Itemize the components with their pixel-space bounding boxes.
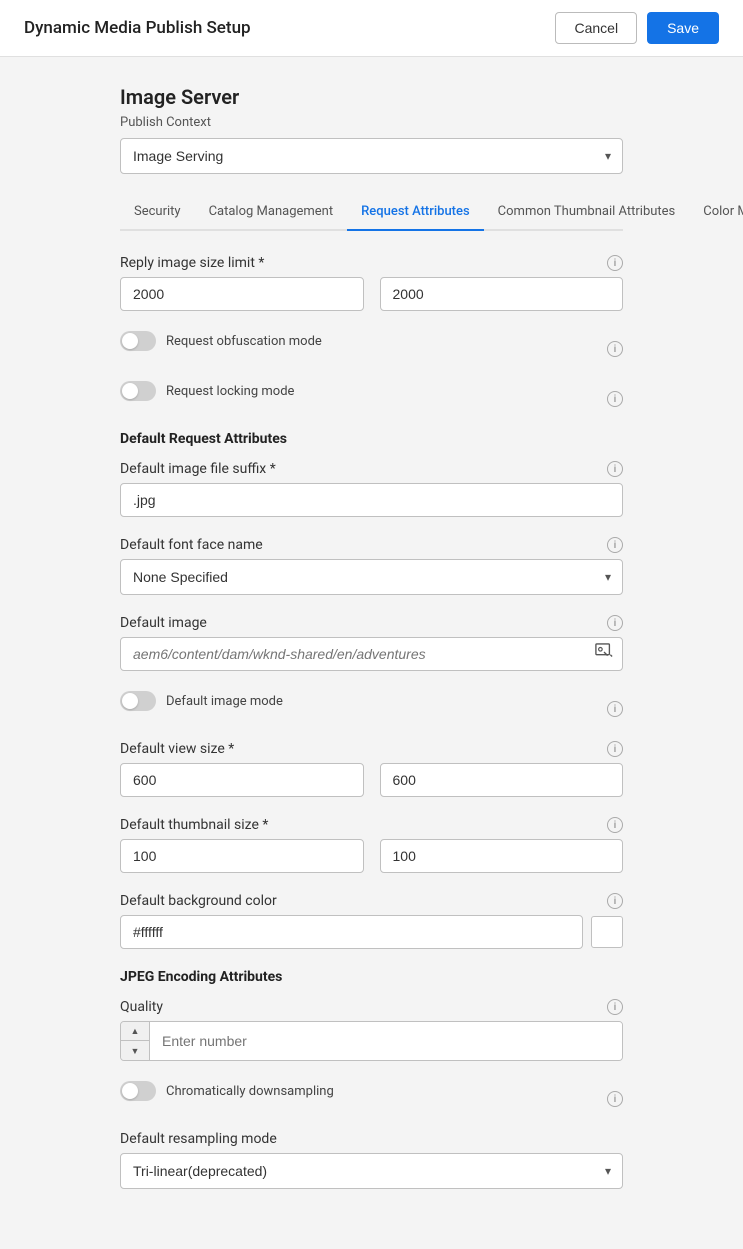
default-image-label: Default image: [120, 615, 207, 631]
quality-info-icon[interactable]: i: [607, 999, 623, 1015]
default-resampling-mode-select-wrapper: Tri-linear(deprecated) ▾: [120, 1153, 623, 1189]
chromatically-downsampling-row: Chromatically downsampling i: [120, 1081, 623, 1117]
default-background-color-wrapper: [120, 915, 623, 949]
tab-common-thumbnail-attributes[interactable]: Common Thumbnail Attributes: [484, 194, 690, 231]
default-image-info-icon[interactable]: i: [607, 615, 623, 631]
quality-label: Quality: [120, 999, 163, 1015]
cancel-button[interactable]: Cancel: [555, 12, 637, 44]
request-obfuscation-toggle-row: Request obfuscation mode: [120, 331, 322, 351]
reply-image-size-inputs: [120, 277, 623, 311]
default-resampling-mode-select[interactable]: Tri-linear(deprecated): [120, 1153, 623, 1189]
default-resampling-mode-field: Default resampling mode Tri-linear(depre…: [120, 1131, 623, 1189]
request-locking-toggle-row: Request locking mode: [120, 381, 294, 401]
tabs-bar: Security Catalog Management Request Attr…: [120, 194, 623, 231]
default-image-mode-info-icon[interactable]: i: [607, 701, 623, 717]
default-font-face-name-label: Default font face name: [120, 537, 263, 553]
publish-context-label: Publish Context: [120, 115, 623, 130]
main-content: Image Server Publish Context Image Servi…: [0, 57, 743, 1249]
default-image-file-suffix-input[interactable]: [120, 483, 623, 517]
quality-input[interactable]: [150, 1022, 622, 1060]
default-font-face-select-wrapper: None Specified ▾: [120, 559, 623, 595]
stepper-down-button[interactable]: ▼: [121, 1041, 149, 1060]
default-thumbnail-size-field: Default thumbnail size * i: [120, 817, 623, 873]
request-locking-row: Request locking mode i: [120, 381, 623, 417]
request-obfuscation-info-icon[interactable]: i: [607, 341, 623, 357]
default-view-size-input-1[interactable]: [120, 763, 364, 797]
reply-image-size-input-2[interactable]: [380, 277, 624, 311]
page-title: Dynamic Media Publish Setup: [24, 18, 251, 38]
default-image-file-suffix-field: Default image file suffix * i: [120, 461, 623, 517]
default-font-face-name-info-icon[interactable]: i: [607, 537, 623, 553]
stepper-up-button[interactable]: ▲: [121, 1022, 149, 1041]
default-view-size-field: Default view size * i: [120, 741, 623, 797]
default-font-face-name-field: Default font face name i None Specified …: [120, 537, 623, 595]
tab-color-management-attributes[interactable]: Color Management Attributes: [689, 194, 743, 231]
default-view-size-label: Default view size *: [120, 741, 234, 757]
chromatically-downsampling-label: Chromatically downsampling: [166, 1084, 334, 1099]
app-header: Dynamic Media Publish Setup Cancel Save: [0, 0, 743, 57]
default-image-file-suffix-label: Default image file suffix *: [120, 461, 276, 477]
chromatically-downsampling-toggle[interactable]: [120, 1081, 156, 1101]
chromatically-downsampling-info-icon[interactable]: i: [607, 1091, 623, 1107]
default-thumbnail-size-input-1[interactable]: [120, 839, 364, 873]
default-image-input[interactable]: [120, 637, 623, 671]
default-font-face-select[interactable]: None Specified: [120, 559, 623, 595]
tab-catalog-management[interactable]: Catalog Management: [195, 194, 348, 231]
section-title: Image Server: [120, 85, 623, 109]
background-color-swatch[interactable]: [591, 916, 623, 948]
tab-security[interactable]: Security: [120, 194, 195, 231]
default-image-mode-toggle[interactable]: [120, 691, 156, 711]
stepper-controls: ▲ ▼: [121, 1022, 150, 1060]
default-thumbnail-size-input-2[interactable]: [380, 839, 624, 873]
default-image-mode-label: Default image mode: [166, 694, 283, 709]
default-view-size-info-icon[interactable]: i: [607, 741, 623, 757]
default-view-size-inputs: [120, 763, 623, 797]
default-image-mode-row: Default image mode i: [120, 691, 623, 727]
default-request-attributes-title: Default Request Attributes: [120, 431, 623, 447]
request-locking-toggle[interactable]: [120, 381, 156, 401]
default-background-color-input[interactable]: [120, 915, 583, 949]
default-background-color-info-icon[interactable]: i: [607, 893, 623, 909]
reply-image-size-info-icon[interactable]: i: [607, 255, 623, 271]
request-obfuscation-label: Request obfuscation mode: [166, 334, 322, 349]
reply-image-size-input-1[interactable]: [120, 277, 364, 311]
reply-image-size-label: Reply image size limit *: [120, 255, 264, 271]
default-view-size-input-2[interactable]: [380, 763, 624, 797]
default-thumbnail-size-inputs: [120, 839, 623, 873]
default-background-color-field: Default background color i: [120, 893, 623, 949]
request-obfuscation-toggle[interactable]: [120, 331, 156, 351]
default-image-file-suffix-info-icon[interactable]: i: [607, 461, 623, 477]
default-background-color-label: Default background color: [120, 893, 277, 909]
request-locking-label: Request locking mode: [166, 384, 294, 399]
default-thumbnail-size-info-icon[interactable]: i: [607, 817, 623, 833]
reply-image-size-field: Reply image size limit * i: [120, 255, 623, 311]
default-image-field: Default image i: [120, 615, 623, 671]
jpeg-encoding-title: JPEG Encoding Attributes: [120, 969, 623, 985]
default-image-input-wrapper: [120, 637, 623, 671]
default-resampling-mode-label: Default resampling mode: [120, 1131, 277, 1147]
publish-context-select[interactable]: Image Serving: [120, 138, 623, 174]
tab-request-attributes[interactable]: Request Attributes: [347, 194, 484, 231]
header-actions: Cancel Save: [555, 12, 719, 44]
default-thumbnail-size-label: Default thumbnail size *: [120, 817, 268, 833]
quality-stepper: ▲ ▼: [120, 1021, 623, 1061]
request-obfuscation-row: Request obfuscation mode i: [120, 331, 623, 367]
request-locking-info-icon[interactable]: i: [607, 391, 623, 407]
chromatically-downsampling-toggle-row: Chromatically downsampling: [120, 1081, 334, 1101]
quality-field: Quality i ▲ ▼: [120, 999, 623, 1061]
save-button[interactable]: Save: [647, 12, 719, 44]
publish-context-select-wrapper: Image Serving ▾: [120, 138, 623, 174]
default-image-mode-toggle-row: Default image mode: [120, 691, 283, 711]
default-image-search-icon[interactable]: [595, 643, 613, 665]
